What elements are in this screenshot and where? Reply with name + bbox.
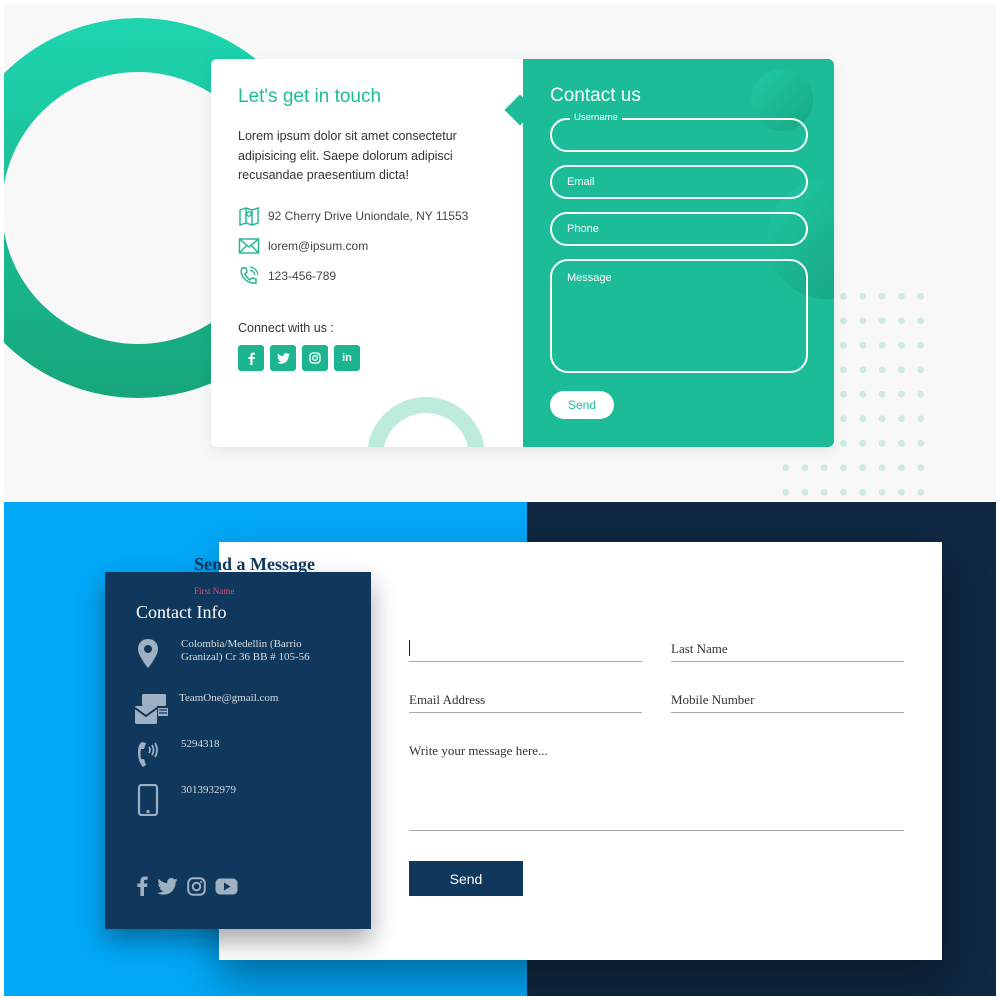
phone-row: 5294318 bbox=[136, 738, 321, 770]
phone-icon bbox=[138, 742, 158, 767]
form-title: Contact us bbox=[550, 85, 641, 106]
instagram-icon[interactable] bbox=[302, 345, 328, 371]
twitter-icon[interactable] bbox=[157, 877, 178, 895]
phone-placeholder: Phone bbox=[567, 223, 599, 235]
address-row: 92 Cherry Drive Uniondale, NY 11553 bbox=[238, 206, 468, 226]
message-placeholder: Write your message here... bbox=[409, 743, 548, 758]
mobile-icon bbox=[137, 784, 159, 816]
last-name-placeholder: Last Name bbox=[671, 641, 728, 656]
email-row: TeamOne@gmail.com bbox=[134, 692, 319, 726]
email-text[interactable]: lorem@ipsum.com bbox=[268, 239, 368, 253]
address-row: Colombia/Medellin (Barrio Granizal) Cr 3… bbox=[136, 638, 321, 670]
email-address-placeholder: Email Address bbox=[409, 692, 486, 707]
last-name-input[interactable]: Last Name bbox=[671, 641, 904, 662]
phone-row: 123-456-789 bbox=[238, 266, 336, 286]
address-text: 92 Cherry Drive Uniondale, NY 11553 bbox=[268, 209, 469, 223]
decorative-small-ring bbox=[367, 397, 485, 447]
email-row: lorem@ipsum.com bbox=[238, 236, 368, 256]
email-text[interactable]: TeamOne@gmail.com bbox=[179, 692, 319, 726]
text-caret bbox=[409, 640, 410, 656]
send-button[interactable]: Send bbox=[550, 391, 614, 419]
social-links: in bbox=[238, 345, 360, 371]
phone-input[interactable]: Phone bbox=[550, 212, 808, 246]
send-message-title: Send a Message bbox=[194, 554, 315, 574]
username-label: Username bbox=[570, 112, 622, 123]
contact-info-panel: Let's get in touch Lorem ipsum dolor sit… bbox=[211, 59, 523, 447]
linkedin-icon[interactable]: in bbox=[334, 345, 360, 371]
mobile-number-input[interactable]: Mobile Number bbox=[671, 692, 904, 713]
phone-text: 5294318 bbox=[181, 738, 220, 750]
address-text: Colombia/Medellin (Barrio Granizal) Cr 3… bbox=[181, 638, 310, 663]
send-message-button[interactable]: Send bbox=[409, 861, 523, 896]
email-input[interactable]: Email bbox=[550, 165, 808, 199]
phone-icon bbox=[240, 266, 259, 284]
contact-section-blue: Contact Info Colombia/Medellin (Barrio G… bbox=[4, 502, 996, 996]
email-placeholder: Email bbox=[567, 176, 595, 188]
instagram-icon[interactable] bbox=[187, 876, 206, 896]
contact-section-green: Let's get in touch Lorem ipsum dolor sit… bbox=[4, 4, 996, 500]
mobile-text: 3013932979 bbox=[181, 784, 236, 796]
info-title: Let's get in touch bbox=[238, 86, 382, 107]
phone-text: 123-456-789 bbox=[268, 269, 337, 283]
message-textarea[interactable]: Message bbox=[550, 259, 808, 373]
username-input[interactable]: Username bbox=[550, 112, 808, 152]
mobile-row: 3013932979 bbox=[136, 784, 321, 816]
message-placeholder: Message bbox=[567, 272, 612, 284]
email-address-input[interactable]: Email Address bbox=[409, 692, 642, 713]
message-textarea[interactable]: Write your message here... bbox=[409, 743, 904, 831]
mail-icon bbox=[134, 694, 168, 724]
twitter-icon[interactable] bbox=[270, 345, 296, 371]
connect-label: Connect with us : bbox=[238, 321, 334, 335]
location-pin-icon bbox=[138, 639, 158, 668]
facebook-icon[interactable] bbox=[238, 345, 264, 371]
first-name-input[interactable] bbox=[409, 640, 642, 662]
contact-form-panel: Contact us Username Email Phone Message … bbox=[523, 59, 834, 447]
envelope-icon bbox=[238, 238, 260, 254]
contact-info-title: Contact Info bbox=[136, 602, 227, 622]
first-name-label: First Name bbox=[194, 586, 235, 596]
info-description: Lorem ipsum dolor sit amet consectetur a… bbox=[238, 129, 457, 182]
mobile-number-placeholder: Mobile Number bbox=[671, 692, 755, 707]
contact-info-card: Contact Info Colombia/Medellin (Barrio G… bbox=[105, 572, 371, 929]
contact-card: Let's get in touch Lorem ipsum dolor sit… bbox=[211, 59, 834, 447]
map-icon bbox=[239, 207, 259, 226]
social-links bbox=[136, 876, 238, 896]
youtube-icon[interactable] bbox=[215, 878, 238, 895]
facebook-icon[interactable] bbox=[136, 876, 148, 896]
